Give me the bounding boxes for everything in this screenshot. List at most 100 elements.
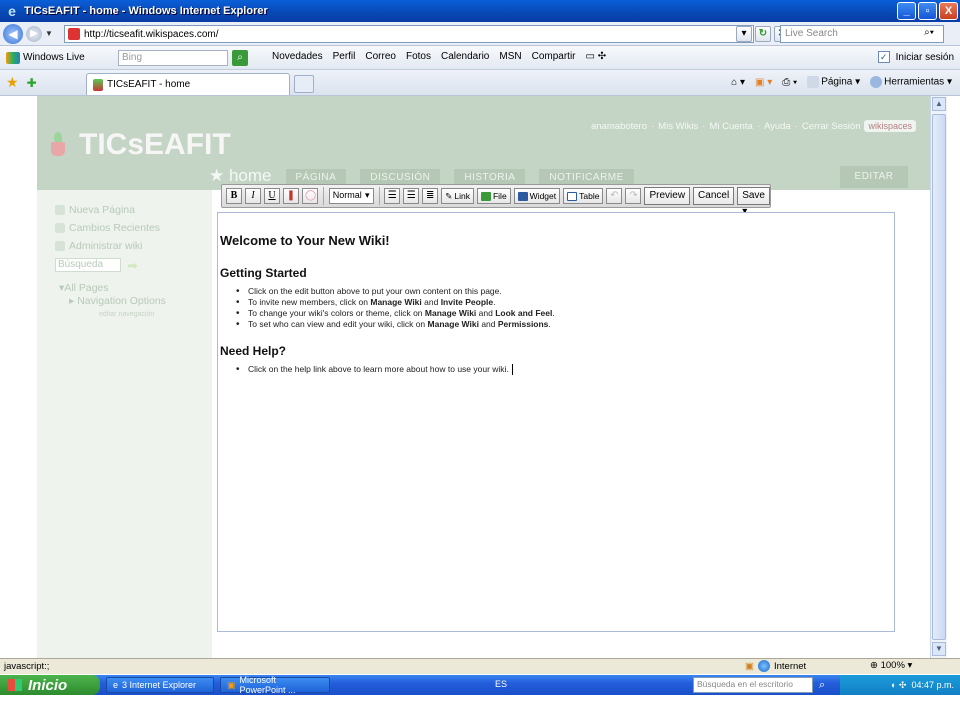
zoom-control[interactable]: ⊕ 100% ▾ xyxy=(870,660,912,671)
tab-editar[interactable]: EDITAR xyxy=(840,166,908,188)
navigation-options-link[interactable]: ▸ Navigation Options xyxy=(69,295,166,308)
user-name-link[interactable]: anamabotero xyxy=(591,121,647,132)
refresh-icon[interactable]: ↻ xyxy=(755,26,771,42)
maximize-button[interactable]: ▫ xyxy=(918,2,937,20)
vertical-scrollbar[interactable]: ▲ ▼ xyxy=(930,96,947,658)
desktop-search-icon[interactable]: ⌕ xyxy=(819,679,825,692)
live-link-novedades[interactable]: Novedades xyxy=(272,51,323,62)
scrollbar-thumb[interactable] xyxy=(932,114,946,640)
save-button[interactable]: Save ▾ xyxy=(737,187,770,217)
security-zone[interactable]: ▣ Internet xyxy=(745,660,806,672)
sidebar-pages: ▾All Pages ▸ Navigation Options editar n… xyxy=(59,282,166,321)
add-favorites-icon[interactable]: ✚ xyxy=(27,76,37,90)
mi-cuenta-link[interactable]: Mi Cuenta xyxy=(709,121,752,132)
feeds-icon[interactable]: ▣ ▾ xyxy=(755,77,772,88)
italic-button[interactable]: I xyxy=(245,188,261,204)
text-color-icon[interactable]: ❚ xyxy=(283,188,299,204)
minimize-button[interactable]: _ xyxy=(897,2,916,20)
bold-button[interactable]: B xyxy=(226,188,242,204)
desktop-search-input[interactable]: Búsqueda en el escritorio xyxy=(693,677,813,693)
signin-link[interactable]: Iniciar sesión xyxy=(896,52,954,63)
wiki-editor-area[interactable]: Welcome to Your New Wiki! Getting Starte… xyxy=(217,212,895,632)
scroll-up-icon[interactable]: ▲ xyxy=(932,97,946,111)
preview-button[interactable]: Preview xyxy=(644,187,691,205)
cancel-button[interactable]: Cancel xyxy=(693,187,735,205)
page-menu[interactable]: Página ▾ xyxy=(807,76,860,88)
sidebar-item-cambios-recientes[interactable]: Cambios Recientes xyxy=(55,222,160,234)
format-select[interactable]: Normal ▾ xyxy=(328,188,374,204)
start-button[interactable]: Inicio xyxy=(0,675,100,695)
ayuda-link[interactable]: Ayuda xyxy=(764,121,791,132)
table-button[interactable]: Table xyxy=(563,188,604,204)
address-field[interactable]: http://ticseafit.wikispaces.com/ xyxy=(64,25,754,43)
live-link-calendario[interactable]: Calendario xyxy=(441,51,489,62)
live-links: Novedades Perfil Correo Fotos Calendario… xyxy=(272,51,606,62)
horizontal-rule-icon[interactable]: ≣ xyxy=(422,188,439,204)
link-button[interactable]: ✎ Link xyxy=(441,188,474,204)
widget-button[interactable]: Widget xyxy=(513,188,561,204)
address-dropdown-icon[interactable]: ▾ xyxy=(736,26,752,42)
sidebar-search-arrow-icon[interactable]: ➡ xyxy=(127,258,138,274)
live-link-correo[interactable]: Correo xyxy=(365,51,396,62)
sidebar-item-nueva-pagina[interactable]: Nueva Página xyxy=(55,204,160,216)
tab-favicon-icon xyxy=(93,78,103,91)
sidebar-search-input[interactable]: Búsqueda xyxy=(55,258,121,272)
globe-icon xyxy=(757,660,770,672)
undo-icon[interactable]: ↶ xyxy=(606,188,623,204)
live-link-perfil[interactable]: Perfil xyxy=(333,51,356,62)
home-icon[interactable]: ⌂ ▾ xyxy=(731,77,745,88)
command-bar: ⌂ ▾ ▣ ▾ ⎙ ▾ Página ▾ Herramientas ▾ xyxy=(731,76,952,88)
favorites-star-icon[interactable]: ★ xyxy=(6,74,19,91)
underline-button[interactable]: U xyxy=(264,188,280,204)
live-link-fotos[interactable]: Fotos xyxy=(406,51,431,62)
need-help-list: Click on the help link above to learn mo… xyxy=(234,364,894,376)
all-pages-link[interactable]: ▾All Pages xyxy=(59,282,166,295)
numbered-list-icon[interactable]: ☰ xyxy=(384,188,401,204)
windows-flag-icon xyxy=(8,679,22,691)
new-tab-button[interactable] xyxy=(294,75,314,93)
window-controls: _ ▫ X xyxy=(897,2,958,20)
status-message: javascript:; xyxy=(4,661,50,672)
back-button[interactable]: ◀ xyxy=(3,23,23,44)
wiki-logo[interactable]: TICsEAFIT xyxy=(49,128,231,162)
close-button[interactable]: X xyxy=(939,2,958,20)
mis-wikis-link[interactable]: Mis Wikis xyxy=(658,121,698,132)
clock: 04:47 p.m. xyxy=(911,680,954,690)
getting-started-heading: Getting Started xyxy=(220,266,307,280)
bing-search-go-icon[interactable]: ⌕ xyxy=(232,50,248,66)
taskbar-item-powerpoint[interactable]: ▣ Microsoft PowerPoint ... xyxy=(220,675,330,695)
search-icon[interactable]: ⌕▾ xyxy=(916,26,942,42)
windows-live-brand[interactable]: Windows Live xyxy=(6,51,85,64)
address-toolbar: ◀ ▶ ▼ http://ticseafit.wikispaces.com/ ▾… xyxy=(0,22,960,46)
signin-check-icon[interactable]: ✓ xyxy=(877,51,890,63)
protected-mode-icon: ▣ xyxy=(745,660,754,672)
redo-icon[interactable]: ↷ xyxy=(625,188,642,204)
bulleted-list-icon[interactable]: ☰ xyxy=(403,188,420,204)
print-icon[interactable]: ⎙ ▾ xyxy=(782,77,797,88)
edit-navigation-link[interactable]: editar navegación xyxy=(99,308,166,321)
bing-search-input[interactable]: Bing xyxy=(118,50,228,66)
tools-menu[interactable]: Herramientas ▾ xyxy=(870,76,952,88)
messenger-icon[interactable]: ▭ ✣ xyxy=(586,51,607,62)
language-indicator[interactable]: ES xyxy=(495,679,507,689)
history-dropdown-icon[interactable]: ▼ xyxy=(45,29,53,38)
list-item: Click on the edit button above to put yo… xyxy=(234,286,894,297)
cerrar-sesion-link[interactable]: Cerrar Sesión xyxy=(802,121,861,132)
file-icon xyxy=(480,191,491,201)
wikispaces-plant-icon xyxy=(49,132,67,158)
list-item: Click on the help link above to learn mo… xyxy=(234,364,894,376)
tab-ticseafit-home[interactable]: TICsEAFIT - home xyxy=(86,73,290,95)
comment-icon[interactable]: ◯ xyxy=(302,188,318,204)
tray-icons[interactable]: ◐ ✣ xyxy=(891,680,906,691)
scroll-down-icon[interactable]: ▼ xyxy=(932,642,946,656)
live-link-compartir[interactable]: Compartir xyxy=(532,51,576,62)
live-link-msn[interactable]: MSN xyxy=(499,51,521,62)
widget-icon xyxy=(517,191,528,201)
file-button[interactable]: File xyxy=(476,188,511,204)
taskbar-item-internet-explorer[interactable]: e3 Internet Explorer xyxy=(106,677,214,693)
sidebar-item-administrar-wiki[interactable]: Administrar wiki xyxy=(55,240,160,252)
wikispaces-badge[interactable]: wikispaces xyxy=(864,120,916,132)
ie-logo-icon: e xyxy=(8,3,16,19)
forward-button[interactable]: ▶ xyxy=(26,25,42,42)
page-tabs: ★ home PÁGINA DISCUSIÓN HISTORIA NOTIFIC… xyxy=(209,166,634,186)
